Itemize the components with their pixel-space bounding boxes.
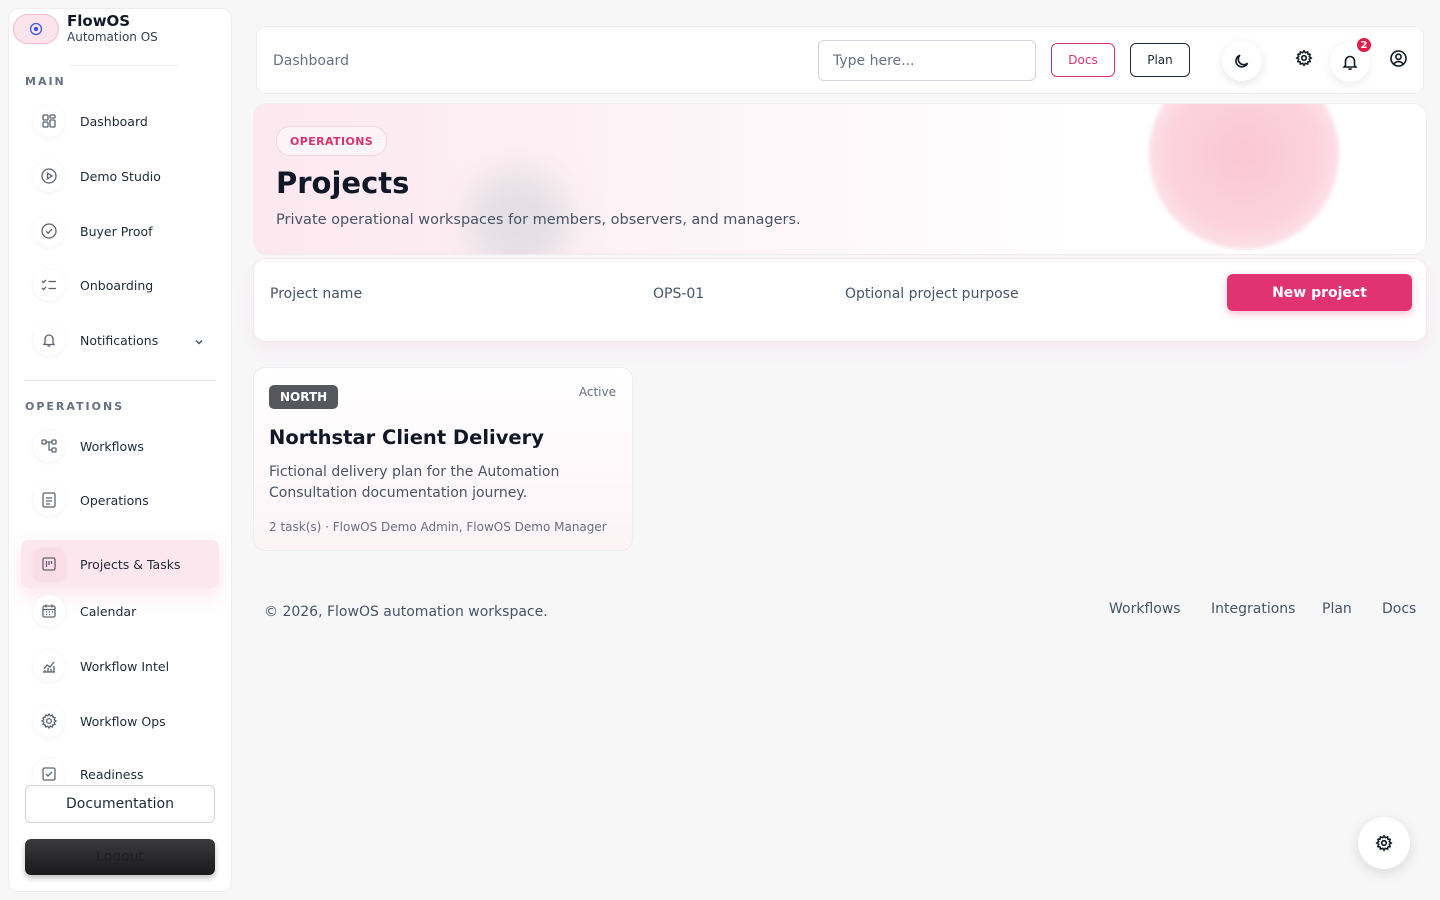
gear-icon: [33, 705, 65, 737]
gear-icon[interactable]: [1293, 47, 1315, 69]
status-badge: Active: [578, 385, 616, 399]
moon-icon[interactable]: [1222, 41, 1262, 81]
section-label-operations: OPERATIONS: [25, 400, 125, 413]
sidebar-item-label: Operations: [80, 492, 149, 508]
bell-icon: [33, 324, 65, 356]
section-label-main: MAIN: [25, 75, 66, 88]
sidebar-item-onboarding[interactable]: Onboarding: [21, 261, 219, 309]
decorative-blob: [1149, 104, 1339, 249]
calendar-icon: [33, 595, 65, 627]
plan-button[interactable]: Plan: [1130, 43, 1190, 77]
sidebar-item-label: Readiness: [80, 766, 144, 782]
sidebar-divider: [25, 380, 215, 381]
sidebar-item-notifications[interactable]: Notifications: [21, 316, 219, 364]
new-project-button[interactable]: New project: [1227, 274, 1412, 311]
breadcrumb[interactable]: Dashboard: [273, 53, 349, 69]
project-card[interactable]: NORTH Active Northstar Client Delivery F…: [253, 367, 633, 551]
brand-text: FlowOS Automation OS: [67, 13, 158, 45]
sidebar-item-projects-tasks[interactable]: Projects & Tasks: [21, 540, 219, 588]
play-circle-icon: [33, 160, 65, 192]
footer-link-workflows[interactable]: Workflows: [1109, 601, 1181, 617]
notification-badge: 2: [1355, 36, 1373, 54]
sidebar-item-label: Workflow Ops: [80, 713, 166, 729]
footer-link-integrations[interactable]: Integrations: [1211, 601, 1295, 617]
page-subtitle: Private operational workspaces for membe…: [276, 212, 801, 228]
grid-icon: [33, 105, 65, 137]
chevron-down-icon[interactable]: [193, 333, 205, 352]
target-icon: [13, 14, 59, 44]
search-input[interactable]: [818, 40, 1036, 81]
brand-divider: [69, 65, 179, 66]
sidebar-item-demo-studio[interactable]: Demo Studio: [21, 152, 219, 200]
chart-icon: [33, 650, 65, 682]
sidebar-item-workflows[interactable]: Workflows: [21, 422, 219, 470]
copyright: © 2026, FlowOS automation workspace.: [264, 604, 548, 620]
docs-button[interactable]: Docs: [1051, 43, 1115, 77]
project-purpose-input[interactable]: Optional project purpose: [845, 286, 1019, 302]
sidebar-item-label: Notifications: [80, 332, 159, 348]
brand-subtitle: Automation OS: [67, 30, 158, 44]
sidebar-item-label: Workflows: [80, 438, 144, 454]
gear-icon: [1375, 834, 1393, 852]
sidebar-item-label: Dashboard: [80, 113, 148, 129]
user-icon[interactable]: [1387, 47, 1409, 69]
page-title: Projects: [276, 166, 410, 200]
sidebar-item-label: Demo Studio: [80, 168, 161, 184]
project-meta: 2 task(s) · FlowOS Demo Admin, FlowOS De…: [269, 520, 607, 534]
checklist-icon: [33, 269, 65, 301]
workflow-icon: [33, 430, 65, 462]
project-tag: NORTH: [269, 385, 339, 409]
sidebar-item-workflow-intel[interactable]: Workflow Intel: [21, 642, 219, 690]
kanban-icon: [33, 548, 65, 580]
brand-name: FlowOS: [67, 12, 131, 30]
project-name-input[interactable]: Project name: [270, 286, 362, 302]
settings-fab[interactable]: [1358, 817, 1410, 869]
topbar: Dashboard Docs Plan 2: [256, 26, 1424, 94]
project-description: Fictional delivery plan for the Automati…: [269, 464, 560, 501]
footer-link-plan[interactable]: Plan: [1322, 601, 1352, 617]
sidebar-item-label: Buyer Proof: [80, 223, 153, 239]
project-code-input[interactable]: OPS-01: [653, 286, 704, 302]
sidebar-item-label: Onboarding: [80, 277, 154, 293]
sidebar-item-calendar[interactable]: Calendar: [21, 587, 219, 635]
documentation-button[interactable]: Documentation: [25, 785, 215, 823]
badge-check-icon: [33, 215, 65, 247]
sidebar-item-label: Workflow Intel: [80, 658, 170, 674]
clipboard-icon: [33, 484, 65, 516]
sidebar-item-dashboard[interactable]: Dashboard: [21, 97, 219, 145]
logout-button[interactable]: Logout: [25, 839, 215, 875]
sidebar-item-workflow-ops[interactable]: Workflow Ops: [21, 697, 219, 745]
new-project-form: Project name OPS-01 Optional project pur…: [253, 258, 1427, 342]
brand[interactable]: FlowOS Automation OS: [13, 13, 158, 45]
sidebar-item-buyer-proof[interactable]: Buyer Proof: [21, 207, 219, 255]
project-title[interactable]: Northstar Client Delivery: [269, 426, 544, 449]
page-header: OPERATIONS Projects Private operational …: [253, 103, 1427, 255]
sidebar-item-operations[interactable]: Operations: [21, 476, 219, 524]
sidebar: FlowOS Automation OS MAIN Dashboard Demo…: [8, 8, 232, 892]
footer-link-docs[interactable]: Docs: [1382, 601, 1416, 617]
sidebar-item-label: Projects & Tasks: [80, 556, 181, 572]
sidebar-item-label: Calendar: [80, 603, 137, 619]
section-pill: OPERATIONS: [276, 126, 388, 156]
